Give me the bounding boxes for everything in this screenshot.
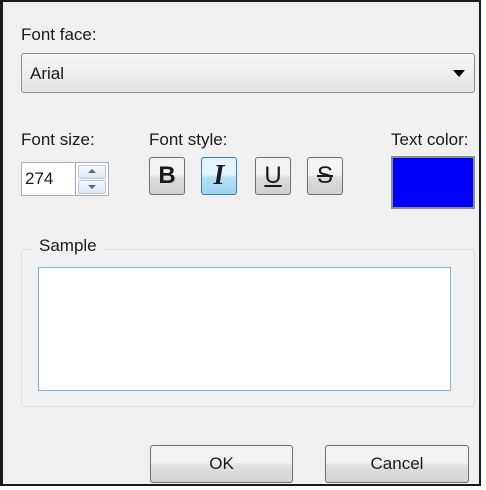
cancel-button[interactable]: Cancel [325, 445, 469, 483]
dropdown-arrow-icon [453, 70, 465, 77]
bold-button[interactable]: B [149, 157, 185, 195]
font-size-label: Font size: [21, 130, 95, 149]
arrow-up-icon [88, 169, 96, 173]
sample-group-title: Sample [33, 236, 103, 256]
font-face-label: Font face: [21, 25, 97, 44]
text-color-swatch[interactable] [391, 156, 475, 209]
text-color-label: Text color: [391, 130, 469, 149]
font-face-dropdown[interactable]: Arial [21, 53, 475, 93]
font-style-label: Font style: [149, 130, 228, 149]
sample-preview-box [38, 267, 451, 391]
spinner-down-button[interactable] [78, 180, 106, 194]
ok-button[interactable]: OK [150, 445, 293, 483]
font-face-value: Arial [30, 64, 65, 83]
italic-button[interactable]: I [201, 157, 237, 195]
spinner-up-button[interactable] [78, 165, 106, 179]
arrow-down-icon [88, 185, 96, 189]
font-dialog: Font face: Arial Font size: Font style: … [0, 0, 481, 486]
underline-button[interactable]: U [255, 157, 291, 195]
strikethrough-button[interactable]: S [307, 157, 343, 195]
font-size-input[interactable]: 274 [21, 162, 74, 196]
font-size-spinner [75, 162, 109, 196]
